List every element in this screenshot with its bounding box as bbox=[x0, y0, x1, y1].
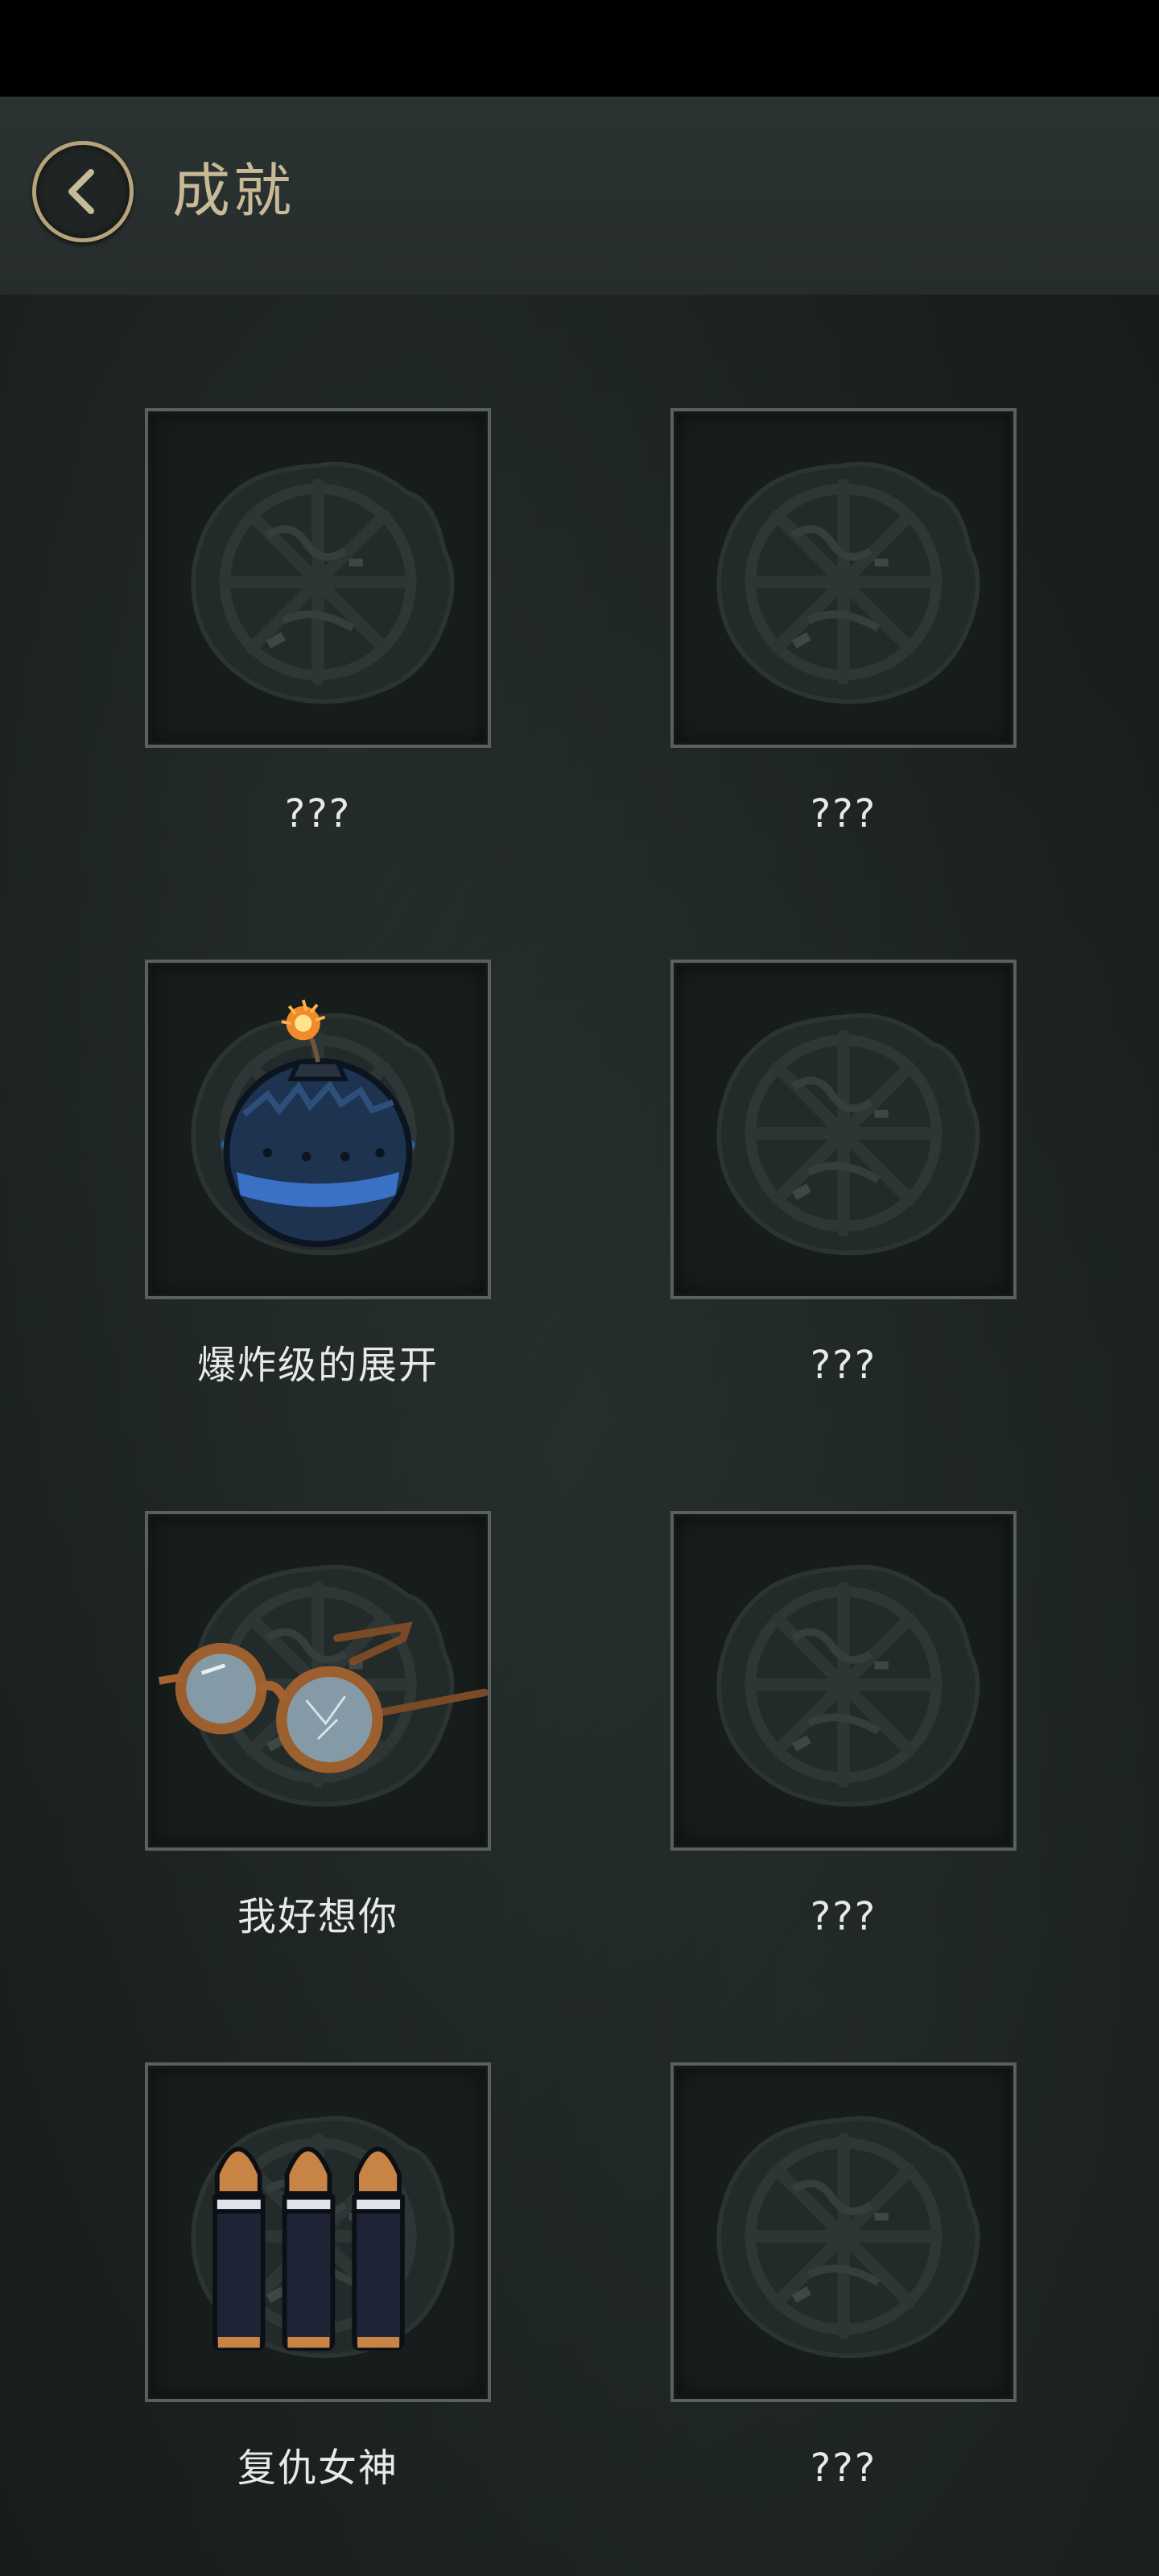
back-button[interactable] bbox=[32, 141, 134, 242]
achievement-label: ??? bbox=[810, 1894, 877, 1939]
app-header: 成就 bbox=[0, 97, 1159, 295]
achievement-card[interactable]: ??? bbox=[670, 2062, 1017, 2492]
achievement-card[interactable]: 爆炸级的展开 bbox=[145, 960, 491, 1389]
achievement-icon-frame bbox=[670, 960, 1017, 1299]
achievement-icon-frame bbox=[145, 408, 491, 748]
achievement-card[interactable]: 我好想你 bbox=[145, 1511, 491, 1941]
locked-emblem-icon bbox=[148, 411, 488, 745]
achievement-label: 复仇女神 bbox=[237, 2446, 398, 2491]
achievement-icon-frame bbox=[145, 960, 491, 1299]
achievement-label: ??? bbox=[810, 791, 877, 836]
achievement-icon-frame bbox=[670, 1511, 1017, 1851]
glasses-icon bbox=[158, 1514, 488, 1847]
achievement-icon-frame bbox=[145, 2062, 491, 2402]
achievement-card[interactable]: 复仇女神 bbox=[145, 2062, 491, 2492]
achievement-icon-frame bbox=[145, 1511, 491, 1851]
achievement-card[interactable]: ??? bbox=[670, 1511, 1017, 1941]
achievements-grid: ??? ??? 爆炸级的展开 ??? 我好想你 ??? 复仇女神 ??? bbox=[0, 295, 1159, 2576]
achievement-card[interactable]: ??? bbox=[670, 408, 1017, 838]
bomb-icon bbox=[148, 999, 488, 1296]
achievement-label: 我好想你 bbox=[237, 1894, 398, 1939]
status-bar bbox=[0, 0, 1159, 97]
chevron-left-icon bbox=[68, 169, 94, 214]
achievement-icon-frame bbox=[670, 2062, 1017, 2402]
bullets-icon bbox=[148, 2066, 488, 2399]
achievement-label: ??? bbox=[810, 2446, 877, 2491]
achievement-icon-frame bbox=[670, 408, 1017, 748]
achievement-label: ??? bbox=[284, 791, 352, 836]
locked-emblem-icon bbox=[674, 1514, 1013, 1847]
locked-emblem-icon bbox=[674, 2066, 1013, 2399]
achievement-label: 爆炸级的展开 bbox=[196, 1343, 439, 1388]
locked-emblem-icon bbox=[674, 963, 1013, 1296]
locked-emblem-icon bbox=[674, 411, 1013, 745]
page-title: 成就 bbox=[172, 157, 295, 225]
achievement-label: ??? bbox=[810, 1343, 877, 1388]
achievement-card[interactable]: ??? bbox=[145, 408, 491, 838]
achievement-card[interactable]: ??? bbox=[670, 960, 1017, 1389]
